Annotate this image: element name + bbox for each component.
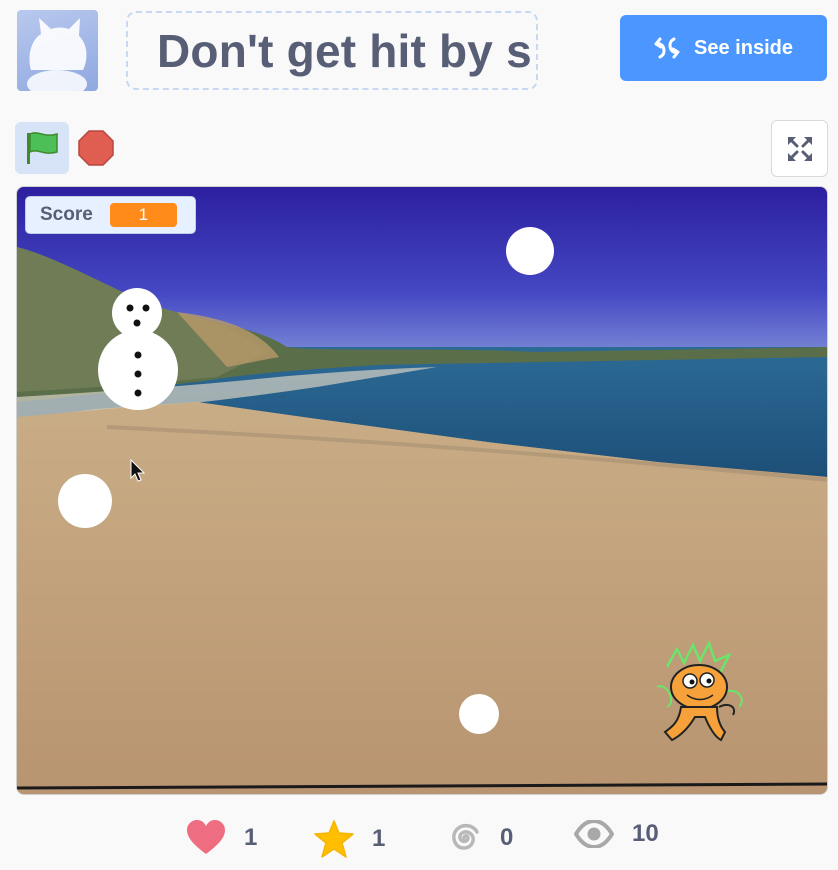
- project-header: Don't get hit by s See inside: [0, 0, 838, 108]
- project-title: Don't get hit by s: [157, 24, 532, 77]
- green-flag-icon: [27, 132, 58, 164]
- love-stat[interactable]: 1: [186, 820, 257, 856]
- snowball-sprite[interactable]: [58, 474, 112, 528]
- project-stats: 1 1 0 10: [0, 810, 838, 866]
- remix-spiral-icon: [452, 823, 479, 850]
- favorite-count: 1: [372, 825, 386, 852]
- mouse-cursor-icon: [130, 458, 146, 482]
- project-stage[interactable]: Score 1: [16, 186, 828, 795]
- cat-avatar-icon: [27, 18, 87, 91]
- snowball-sprite[interactable]: [506, 227, 554, 275]
- stop-button[interactable]: [78, 130, 114, 166]
- remix-arrows-icon: [654, 37, 680, 59]
- project-title-field[interactable]: Don't get hit by s: [126, 11, 538, 90]
- love-count: 1: [244, 824, 258, 851]
- snowman-sprite[interactable]: [98, 288, 178, 410]
- stop-icon: [78, 130, 114, 166]
- stage-sprites: [58, 227, 743, 742]
- score-monitor-label: Score: [40, 204, 93, 225]
- see-inside-label: See inside: [694, 36, 793, 59]
- heart-icon: [187, 820, 225, 854]
- views-stat: 10: [574, 820, 659, 848]
- scratch-cat-sprite[interactable]: [656, 639, 743, 742]
- eye-icon: [574, 820, 614, 848]
- favorite-stat[interactable]: 1: [314, 820, 385, 858]
- see-inside-button[interactable]: See inside: [620, 15, 827, 81]
- remix-count: 0: [500, 824, 514, 851]
- views-count: 10: [632, 820, 659, 847]
- fullscreen-button[interactable]: [771, 120, 828, 177]
- star-icon: [314, 820, 354, 858]
- remix-stat: 0: [446, 820, 513, 856]
- snowball-sprite[interactable]: [459, 694, 499, 734]
- green-flag-button[interactable]: [15, 122, 69, 174]
- score-monitor-value: 1: [109, 203, 177, 227]
- score-variable-monitor: Score 1: [25, 196, 196, 234]
- fullscreen-icon: [787, 136, 812, 161]
- author-avatar[interactable]: [17, 10, 98, 91]
